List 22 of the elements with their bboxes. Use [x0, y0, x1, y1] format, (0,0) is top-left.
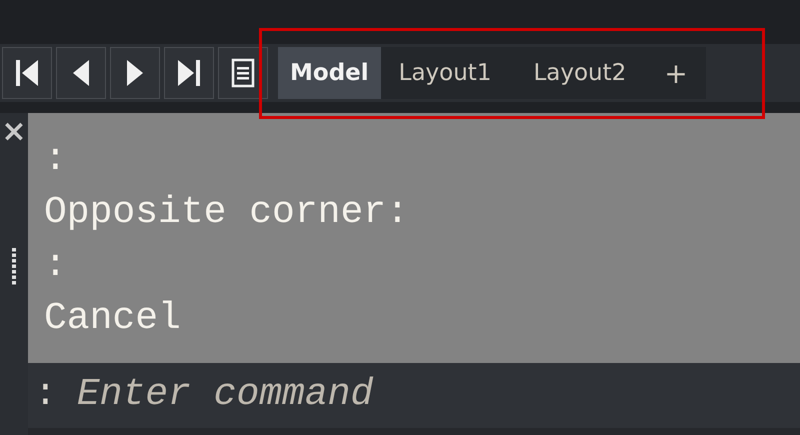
nav-button[interactable]: [110, 47, 160, 99]
history-line: :: [44, 243, 67, 289]
close-button[interactable]: ×: [1, 117, 27, 147]
grip-icon: [11, 247, 17, 287]
list-icon: [231, 58, 255, 88]
history-line: Opposite corner:: [44, 190, 409, 236]
history-line: Cancel: [44, 296, 181, 342]
nav-button[interactable]: [56, 47, 106, 99]
layout-tab[interactable]: Layout2: [521, 47, 638, 99]
layout-tab[interactable]: Layout1: [386, 47, 504, 99]
command-input[interactable]: Enter command: [74, 372, 800, 416]
nav-button[interactable]: [218, 47, 268, 99]
layout-tab[interactable]: Model: [278, 47, 381, 99]
skip-first-icon: [14, 58, 40, 88]
command-prompt: :: [34, 372, 57, 416]
triangle-left-icon: [71, 58, 91, 88]
triangle-right-icon: [125, 58, 145, 88]
nav-button[interactable]: [164, 47, 214, 99]
history-line: :: [44, 137, 67, 183]
add-tab-button[interactable]: +: [656, 56, 696, 90]
skip-last-icon: [176, 58, 202, 88]
nav-button[interactable]: [2, 47, 52, 99]
